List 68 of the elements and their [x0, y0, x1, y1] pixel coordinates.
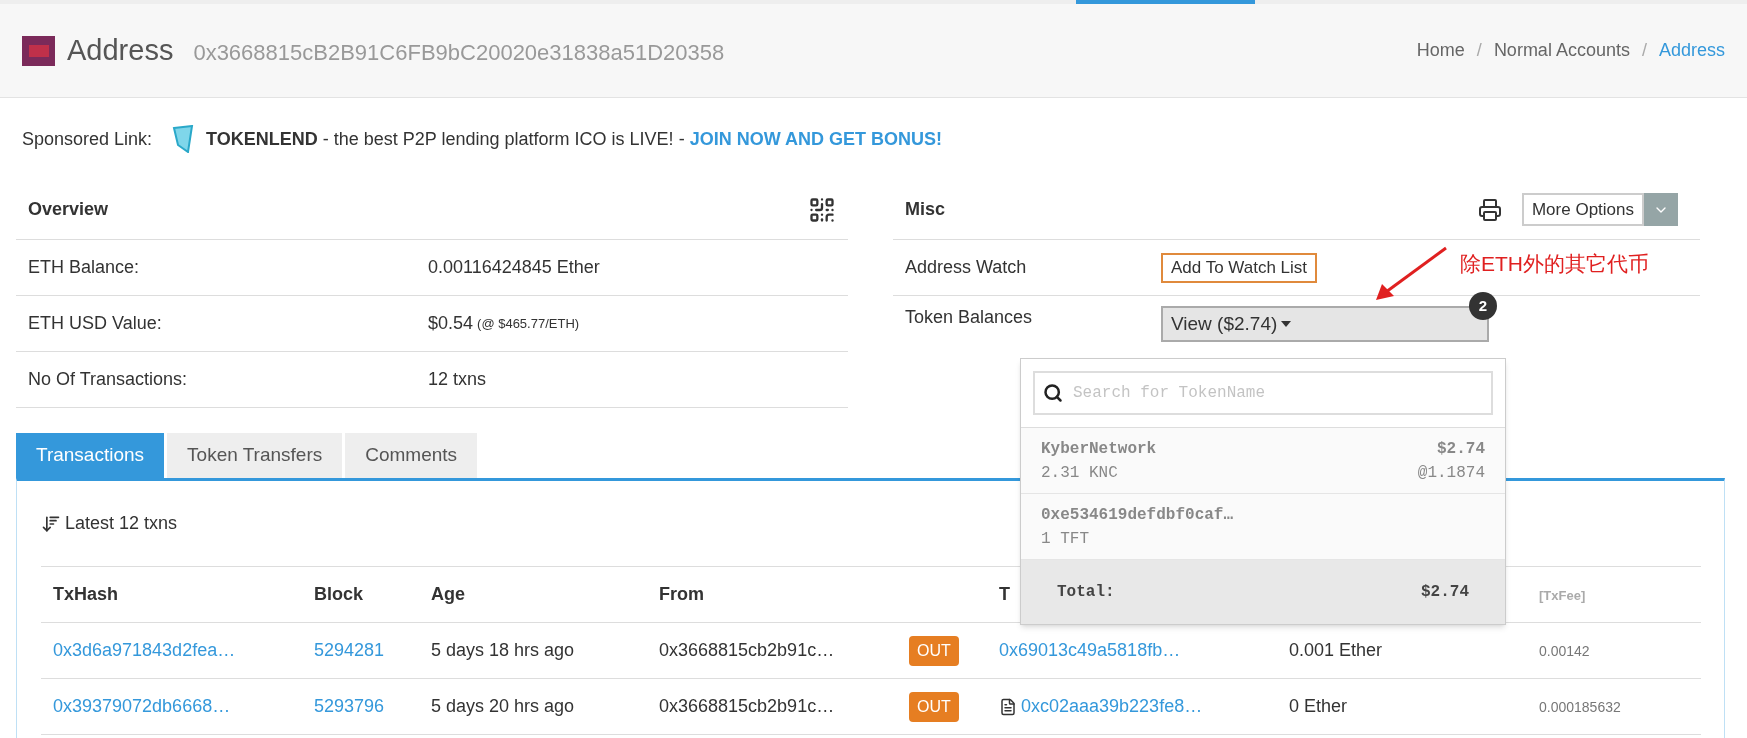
watch-list-button[interactable]: Add To Watch List: [1161, 252, 1318, 283]
to-address-link[interactable]: 0xc02aaa39b223fe8…: [1021, 693, 1203, 720]
column-header: Block: [314, 584, 364, 604]
sponsored-label: Sponsored Link:: [22, 127, 153, 151]
breadcrumb-link[interactable]: Address: [1658, 37, 1725, 64]
count-badge: 2: [1469, 292, 1497, 320]
value-cell: 0 Ether: [1289, 696, 1348, 716]
breadcrumb-link[interactable]: Normal Accounts: [1493, 37, 1630, 64]
direction-badge: OUT: [909, 691, 959, 722]
caret-icon: [1281, 321, 1292, 327]
total-label: Total:: [1057, 582, 1115, 603]
direction-badge: OUT: [909, 635, 959, 666]
breadcrumb-separator: /: [1641, 39, 1647, 62]
more-options-button[interactable]: More Options: [1521, 193, 1644, 226]
block-link[interactable]: 5294281: [314, 640, 385, 660]
tab[interactable]: Token Transfers: [167, 433, 343, 478]
token-amount: 2.31 KNC: [1041, 462, 1118, 484]
summary-text: Latest 12 txns: [65, 512, 178, 535]
token-item[interactable]: 0xe534619defdbf0caf… 1 TFT: [1021, 494, 1505, 560]
total-value: $2.74: [1421, 582, 1469, 603]
panel-title: Misc: [905, 198, 946, 221]
value-cell: 0.001 Ether: [1289, 640, 1383, 660]
qr-code-icon[interactable]: [808, 195, 836, 224]
field-value: 12 txns: [428, 368, 487, 391]
column-header: T: [999, 584, 1010, 604]
age-cell: 5 days 18 hrs ago: [431, 640, 575, 660]
age-cell: 5 days 20 hrs ago: [431, 696, 575, 716]
token-name: KyberNetwork: [1041, 438, 1157, 460]
breadcrumb-separator: /: [1476, 39, 1482, 62]
token-value: $2.74: [1437, 438, 1485, 460]
search-field[interactable]: Search for TokenName: [1033, 371, 1493, 415]
column-header: [TxFee]: [1539, 588, 1586, 603]
token-amount: 1 TFT: [1041, 528, 1089, 550]
tab[interactable]: Comments: [345, 433, 478, 478]
fee-cell: 0.000185632: [1539, 699, 1621, 715]
sponsored-link[interactable]: JOIN NOW AND GET BONUS!: [689, 128, 942, 149]
token-item[interactable]: KyberNetwork $2.74 2.31 KNC @1.1874: [1021, 428, 1505, 494]
page-title: Address: [67, 32, 174, 68]
token-rate: @1.1874: [1417, 462, 1485, 484]
field-value: $0.54: [428, 312, 474, 335]
print-icon[interactable]: [1477, 197, 1502, 222]
breadcrumb-link[interactable]: Home: [1416, 37, 1465, 64]
field-label: No Of Transactions:: [28, 368, 189, 391]
block-link[interactable]: 5293796: [314, 696, 385, 716]
field-label: Address Watch: [905, 256, 1028, 279]
field-value: 0.00116424845 Ether: [428, 256, 600, 279]
prism-logo-icon: [172, 125, 195, 153]
avatar-icon: [22, 35, 55, 66]
tab[interactable]: Transactions: [16, 433, 165, 478]
to-address-link[interactable]: 0x69013c49a5818fb…: [999, 637, 1181, 664]
annotation-text: 除ETH外的其它代币: [1460, 251, 1649, 277]
field-label: ETH USD Value:: [28, 312, 163, 335]
from-address: 0x3668815cb2b91c…: [659, 696, 835, 716]
tx-hash-link[interactable]: 0x3d6a971843d2fea…: [53, 640, 236, 660]
token-name: 0xe534619defdbf0caf…: [1041, 504, 1234, 526]
from-address: 0x3668815cb2b91c…: [659, 640, 835, 660]
address-hash: 0x3668815cB2B91C6FB9bC20020e31838a51D20358: [193, 38, 725, 67]
sponsored-text: TOKENLEND - the best P2P lending platform ICO is LIVE! - JOIN NOW AND GET BONUS!: [206, 127, 942, 151]
field-label: Token Balances: [905, 306, 1034, 329]
search-icon: [1043, 383, 1063, 403]
column-header: Age: [431, 584, 465, 604]
field-note: (@ $465.77/ETH): [477, 314, 580, 333]
panel-title: Overview: [28, 198, 109, 221]
column-header: From: [659, 584, 704, 604]
column-header: TxHash: [53, 584, 119, 604]
tx-hash-link[interactable]: 0x39379072db6668…: [53, 696, 231, 716]
fee-cell: 0.00142: [1539, 643, 1590, 659]
field-label: ETH Balance:: [28, 256, 141, 279]
